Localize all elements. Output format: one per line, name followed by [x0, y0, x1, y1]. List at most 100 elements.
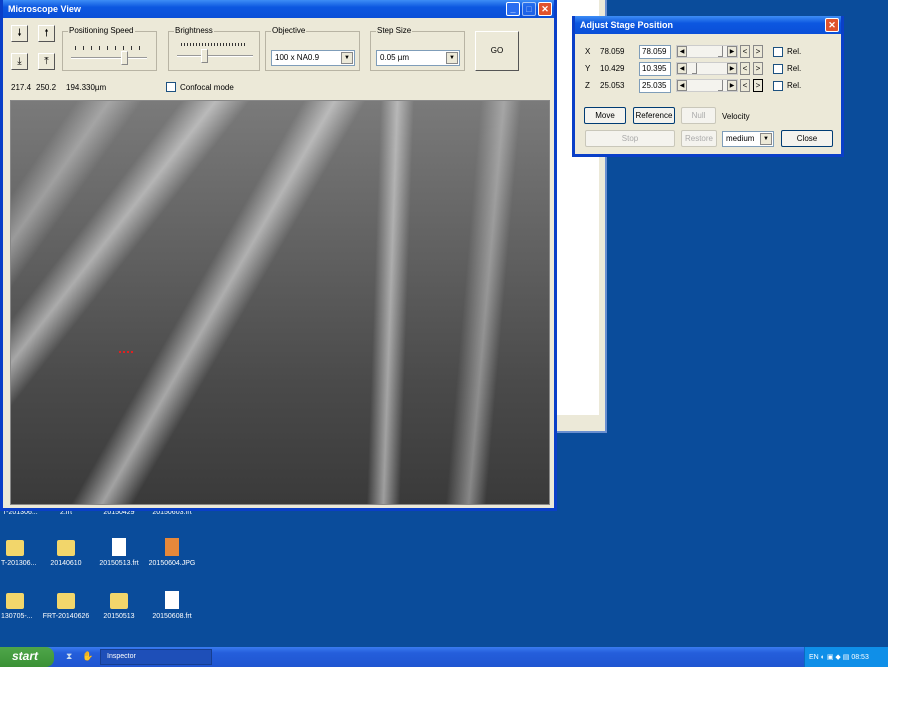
desktop-icon[interactable]: 20140610: [36, 540, 96, 567]
selected-value: medium: [726, 134, 755, 143]
speed-slider-thumb[interactable]: [121, 51, 129, 65]
readout-y: 250.2: [36, 83, 57, 92]
null-button[interactable]: Null: [681, 107, 716, 124]
step-forward-button[interactable]: >: [753, 45, 763, 58]
chevron-down-icon: ▼: [341, 52, 353, 64]
language-indicator[interactable]: EN: [809, 654, 819, 661]
position-input[interactable]: 25.035: [639, 79, 671, 93]
slider-ticks: [181, 43, 247, 46]
icon-label: FRT-20140626: [42, 613, 90, 620]
group-label: Brightness: [174, 26, 214, 35]
objective-select[interactable]: 100 x NA0.9 ▼: [271, 50, 355, 66]
brightness-slider-thumb[interactable]: [200, 49, 208, 63]
folder-icon: [6, 593, 24, 609]
desktop-icon[interactable]: 20150513.frt: [89, 538, 149, 567]
icon-label: 20150608.frt: [152, 613, 192, 620]
arrow-right-icon[interactable]: ▶: [727, 63, 737, 74]
move-up-button[interactable]: 🠕: [38, 25, 55, 42]
slider-ticks: [75, 46, 141, 50]
close-button[interactable]: ✕: [538, 2, 552, 16]
tray-icons[interactable]: ◐ ▣ ◆ ▤: [821, 654, 850, 661]
step-back-button[interactable]: <: [740, 79, 750, 92]
arrow-right-icon[interactable]: ▶: [727, 80, 737, 91]
move-button[interactable]: Move: [584, 107, 626, 124]
step-size-group: Step Size 0.05 µm ▼: [370, 26, 465, 71]
restore-button[interactable]: Restore: [681, 130, 717, 147]
title-bar[interactable]: Adjust Stage Position ✕: [575, 16, 841, 34]
window-title: Microscope View: [8, 4, 81, 14]
position-input[interactable]: 10.395: [639, 62, 671, 76]
folder-icon: [57, 593, 75, 609]
velocity-select[interactable]: medium ▼: [722, 131, 774, 147]
icon-label: 20150604.JPG: [148, 560, 196, 567]
arrow-right-icon[interactable]: ▶: [727, 46, 737, 57]
window-title: Adjust Stage Position: [580, 20, 674, 30]
position-scrollbar[interactable]: ◀ ▶: [676, 79, 738, 92]
relative-checkbox[interactable]: [773, 64, 783, 74]
step-forward-button[interactable]: >: [753, 79, 763, 92]
move-top-button[interactable]: ⤒: [38, 53, 55, 70]
scroll-thumb[interactable]: [717, 80, 723, 91]
close-dialog-button[interactable]: Close: [781, 130, 833, 147]
quick-launch-icon[interactable]: ✋: [82, 651, 93, 662]
confocal-checkbox[interactable]: [166, 82, 176, 92]
axis-label: X: [585, 47, 591, 56]
move-down-button[interactable]: 🠗: [11, 25, 28, 42]
step-size-select[interactable]: 0.05 µm ▼: [376, 50, 460, 66]
relative-checkbox[interactable]: [773, 47, 783, 57]
step-back-button[interactable]: <: [740, 62, 750, 75]
go-button[interactable]: GO: [475, 31, 519, 71]
scroll-thumb[interactable]: [691, 63, 697, 74]
position-input[interactable]: 78.059: [639, 45, 671, 59]
desktop-icon[interactable]: FRT-20140626: [36, 593, 96, 620]
desktop-icon[interactable]: 20150513: [89, 593, 149, 620]
speed-slider-track[interactable]: [71, 57, 147, 59]
positioning-speed-group: Positioning Speed: [62, 26, 157, 71]
microscope-image[interactable]: [10, 100, 550, 505]
taskbar-item-inspector[interactable]: Inspector: [100, 649, 212, 665]
step-forward-button[interactable]: >: [753, 62, 763, 75]
selected-value: 0.05 µm: [380, 53, 410, 62]
icon-label: 20150513: [103, 613, 135, 620]
start-button[interactable]: start: [0, 647, 54, 667]
maximize-button[interactable]: □: [522, 2, 536, 16]
desktop-icon[interactable]: 20150608.frt: [142, 591, 202, 620]
stop-button[interactable]: Stop: [585, 130, 675, 147]
group-label: Positioning Speed: [68, 26, 135, 35]
red-marker: [119, 351, 133, 357]
folder-icon: [6, 540, 24, 556]
task-label: Inspector: [107, 653, 136, 660]
system-tray: EN ◐ ▣ ◆ ▤ 08:53: [804, 647, 888, 667]
arrow-left-icon[interactable]: ◀: [677, 80, 687, 91]
brightness-group: Brightness: [168, 26, 260, 71]
jpg-file-icon: [165, 538, 179, 556]
step-back-button[interactable]: <: [740, 45, 750, 58]
brightness-slider-track[interactable]: [177, 55, 253, 57]
icon-label: T-201306...: [1, 560, 37, 567]
reference-button[interactable]: Reference: [633, 107, 675, 124]
close-button[interactable]: ✕: [825, 18, 839, 32]
title-bar[interactable]: Microscope View _ □ ✕: [3, 0, 554, 18]
quick-launch-icon[interactable]: ⧗: [66, 651, 72, 662]
move-bottom-button[interactable]: ⤓: [11, 53, 28, 70]
axis-label: Y: [585, 64, 591, 73]
position-scrollbar[interactable]: ◀ ▶: [676, 45, 738, 58]
minimize-button[interactable]: _: [506, 2, 520, 16]
desktop-icon[interactable]: 20150604.JPG: [142, 538, 202, 567]
readout-z: 194.330µm: [66, 83, 107, 92]
confocal-label: Confocal mode: [180, 83, 234, 92]
current-position: 25.053: [600, 81, 625, 90]
folder-icon: [110, 593, 128, 609]
current-position: 78.059: [600, 47, 625, 56]
position-scrollbar[interactable]: ◀ ▶: [676, 62, 738, 75]
taskbar: start ⧗ ✋ Inspector EN ◐ ▣ ◆ ▤ 08:53: [0, 647, 888, 667]
chevron-down-icon: ▼: [446, 52, 458, 64]
relative-label: Rel.: [787, 81, 802, 90]
arrow-left-icon[interactable]: ◀: [677, 46, 687, 57]
group-label: Objective: [271, 26, 307, 35]
scroll-thumb[interactable]: [717, 46, 723, 57]
clock: 08:53: [851, 654, 869, 661]
arrow-left-icon[interactable]: ◀: [677, 63, 687, 74]
relative-checkbox[interactable]: [773, 81, 783, 91]
objective-group: Objective 100 x NA0.9 ▼: [265, 26, 360, 71]
